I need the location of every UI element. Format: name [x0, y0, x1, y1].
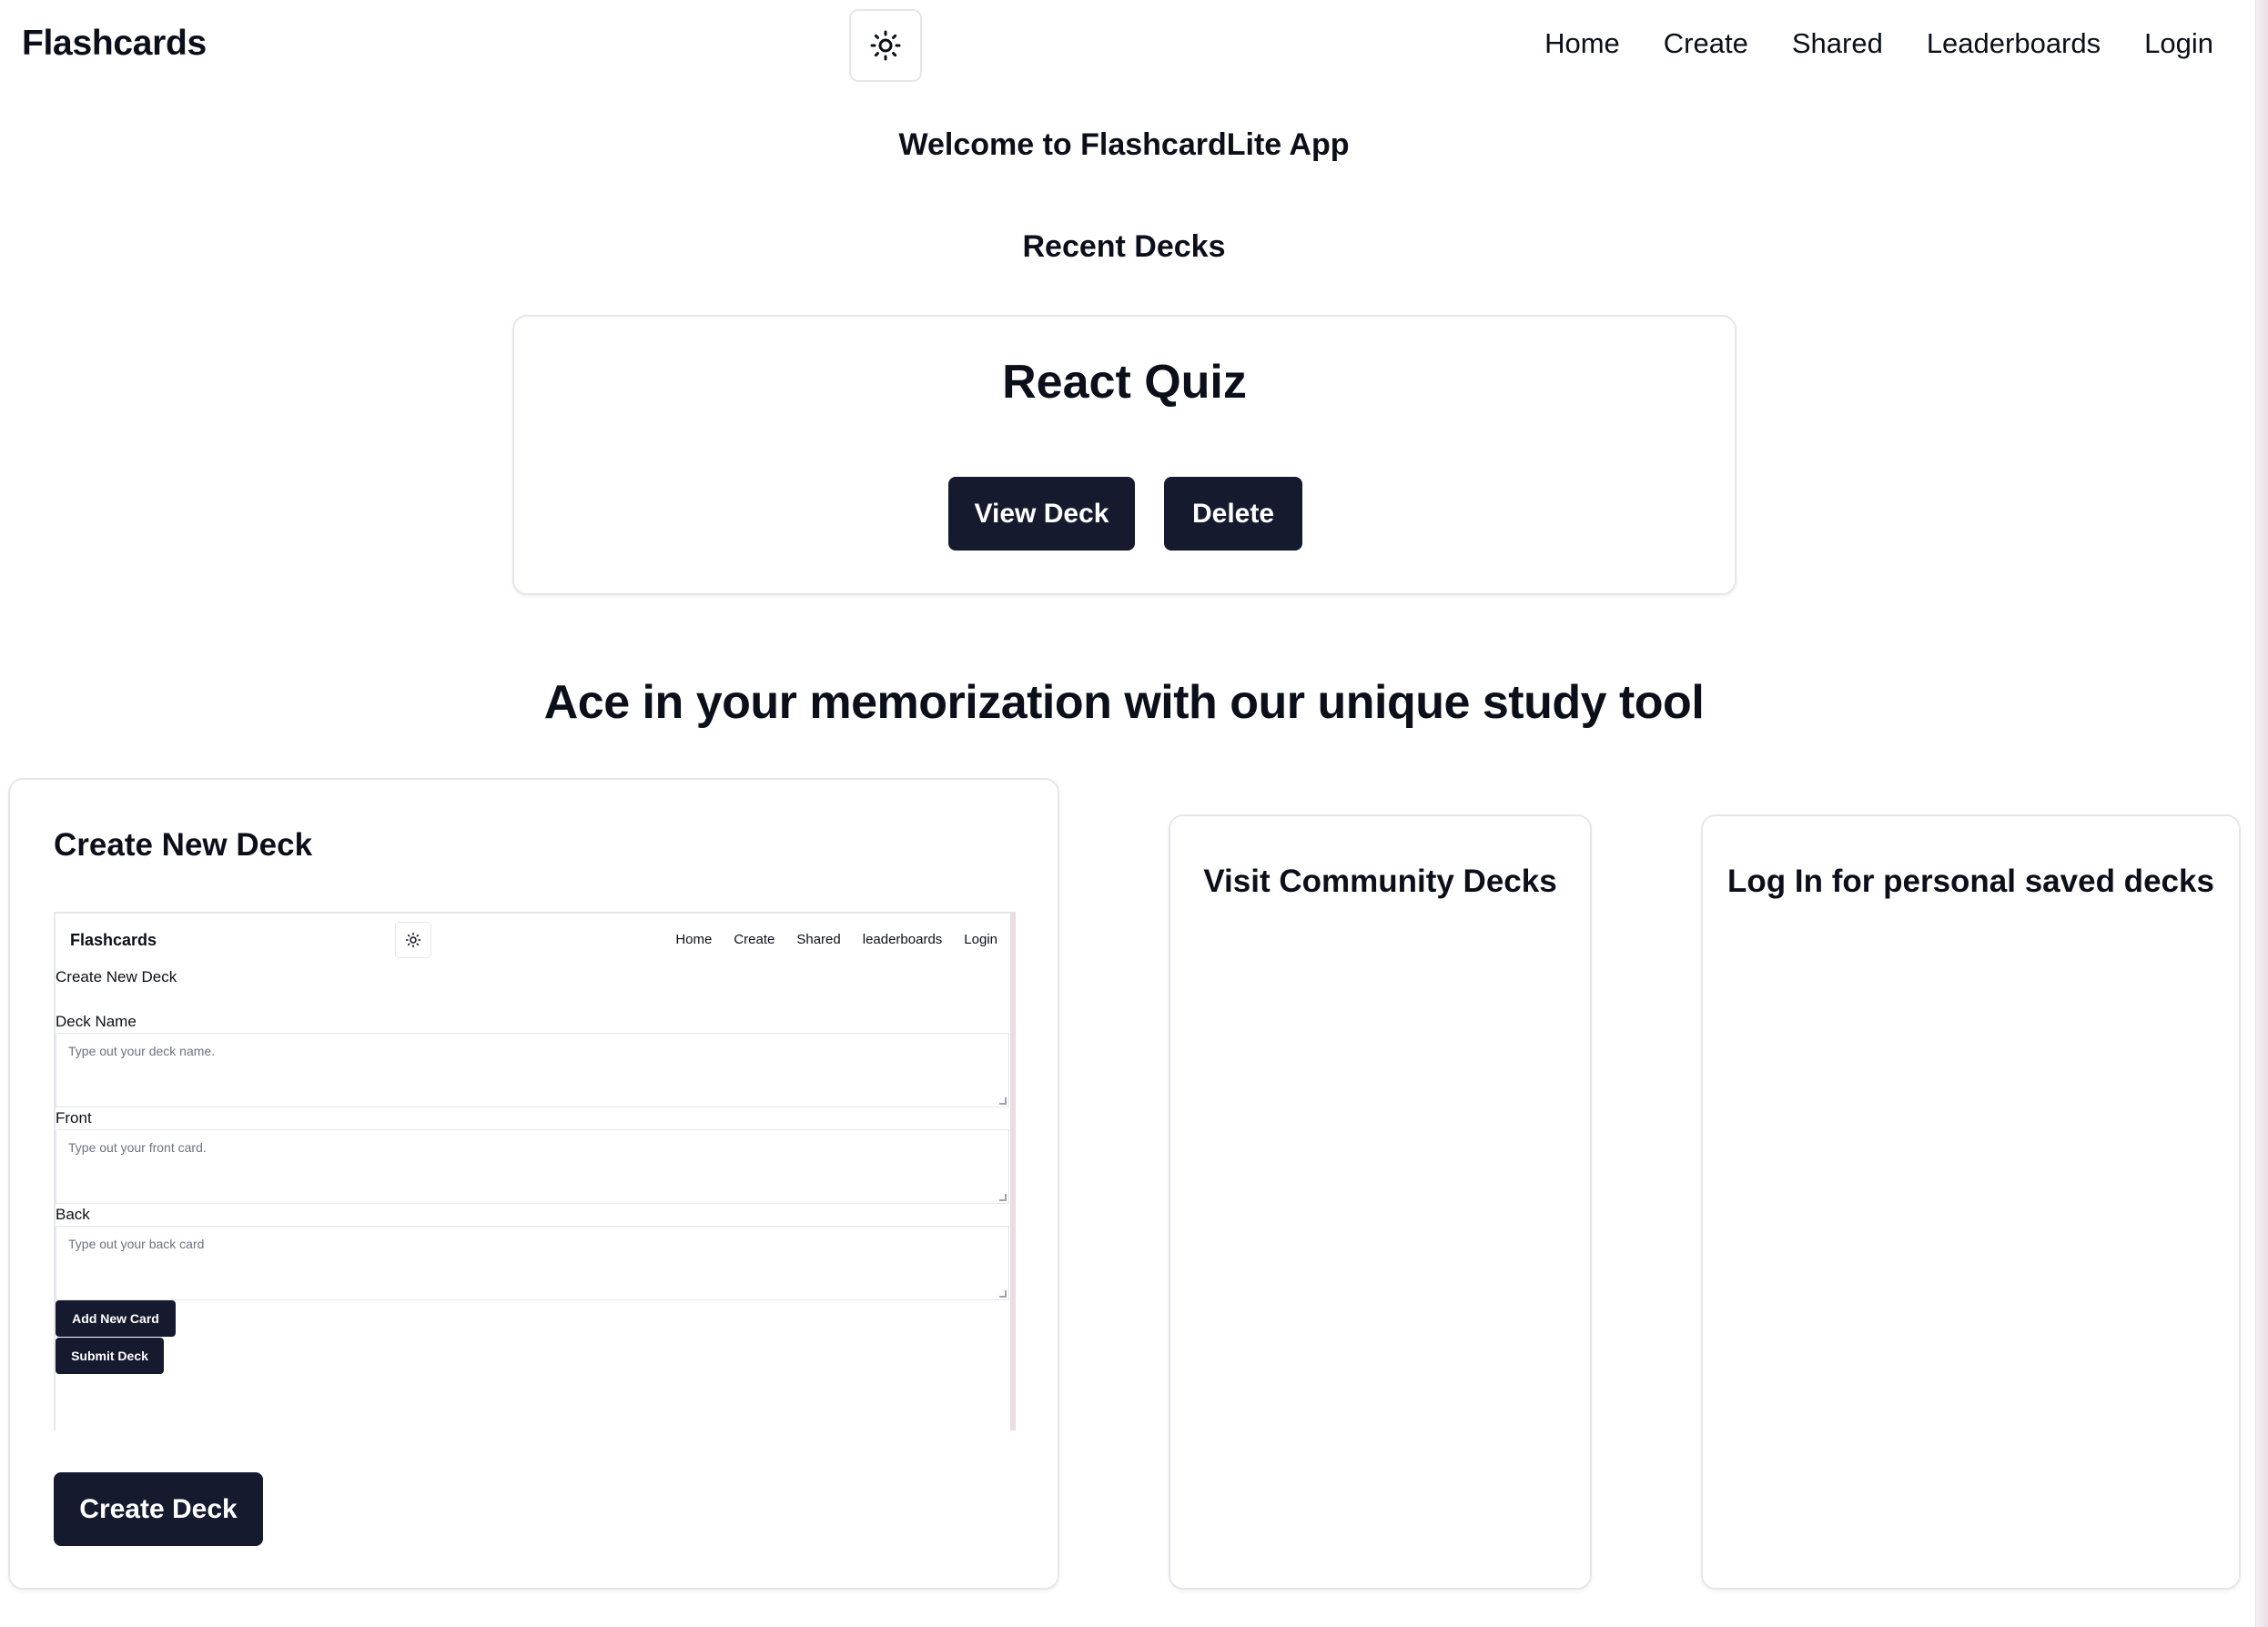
recent-deck-card: React Quiz View Deck Delete	[512, 315, 1736, 595]
preview-brand: Flashcards	[70, 931, 157, 949]
resize-handle-icon	[999, 1097, 1007, 1105]
preview-deck-name-label: Deck Name	[56, 1013, 137, 1030]
main-nav: Home Create Shared Leaderboards Login	[1544, 27, 2213, 60]
preview-back-label: Back	[56, 1206, 90, 1223]
preview-heading: Create New Deck	[56, 968, 177, 985]
preview-front-placeholder: Type out your front card.	[68, 1140, 207, 1155]
preview-theme-button	[395, 922, 431, 958]
preview-front-field: Type out your front card.	[56, 1129, 1009, 1204]
brand-logo[interactable]: Flashcards	[22, 24, 207, 64]
theme-toggle-button[interactable]	[849, 9, 922, 82]
nav-login-link[interactable]: Login	[2144, 27, 2213, 60]
top-navbar: Flashcards Home Create Shared Leaderboar…	[0, 0, 2255, 91]
preview-submit-deck-button: Submit Deck	[56, 1338, 164, 1374]
welcome-heading: Welcome to FlashcardLite App	[898, 127, 1350, 162]
login-saved-decks-card[interactable]: Log In for personal saved decks	[1701, 814, 2241, 1590]
nav-create-link[interactable]: Create	[1664, 27, 1748, 60]
create-deck-card: Create New Deck Flashcards Home Create S…	[8, 778, 1059, 1590]
delete-deck-button[interactable]: Delete	[1164, 477, 1302, 551]
nav-leaderboards-link[interactable]: Leaderboards	[1927, 27, 2101, 60]
preview-deck-name-placeholder: Type out your deck name.	[68, 1044, 216, 1058]
sun-icon	[870, 30, 901, 61]
preview-nav-leaderboards: leaderboards	[862, 932, 943, 947]
view-deck-button[interactable]: View Deck	[948, 477, 1135, 551]
create-deck-preview-image: Flashcards Home Create Shared leaderboar…	[54, 912, 1016, 1430]
resize-handle-icon	[999, 1194, 1007, 1201]
community-decks-card[interactable]: Visit Community Decks	[1169, 814, 1592, 1590]
create-deck-button[interactable]: Create Deck	[54, 1472, 263, 1546]
deck-title: React Quiz	[1002, 356, 1247, 409]
preview-deck-name-field: Type out your deck name.	[56, 1033, 1009, 1107]
create-deck-card-title: Create New Deck	[54, 827, 313, 863]
preview-nav: Home Create Shared leaderboards Login	[675, 932, 997, 947]
resize-handle-icon	[999, 1290, 1007, 1298]
preview-add-card-button: Add New Card	[56, 1300, 176, 1337]
preview-back-placeholder: Type out your back card	[68, 1237, 205, 1251]
nav-home-link[interactable]: Home	[1544, 27, 1620, 60]
preview-front-label: Front	[56, 1109, 92, 1127]
preview-back-field: Type out your back card	[56, 1226, 1009, 1300]
preview-nav-create: Create	[734, 932, 775, 947]
tagline-heading: Ace in your memorization with our unique…	[543, 676, 1705, 729]
sun-icon	[405, 932, 421, 948]
community-decks-title: Visit Community Decks	[1203, 864, 1557, 899]
recent-decks-heading: Recent Decks	[1022, 229, 1226, 264]
page-scrollbar[interactable]	[2255, 0, 2268, 1627]
login-saved-decks-title: Log In for personal saved decks	[1727, 864, 2214, 899]
preview-nav-login: Login	[964, 932, 997, 947]
preview-nav-home: Home	[675, 932, 713, 947]
preview-nav-shared: Shared	[796, 932, 841, 947]
nav-shared-link[interactable]: Shared	[1792, 27, 1883, 60]
